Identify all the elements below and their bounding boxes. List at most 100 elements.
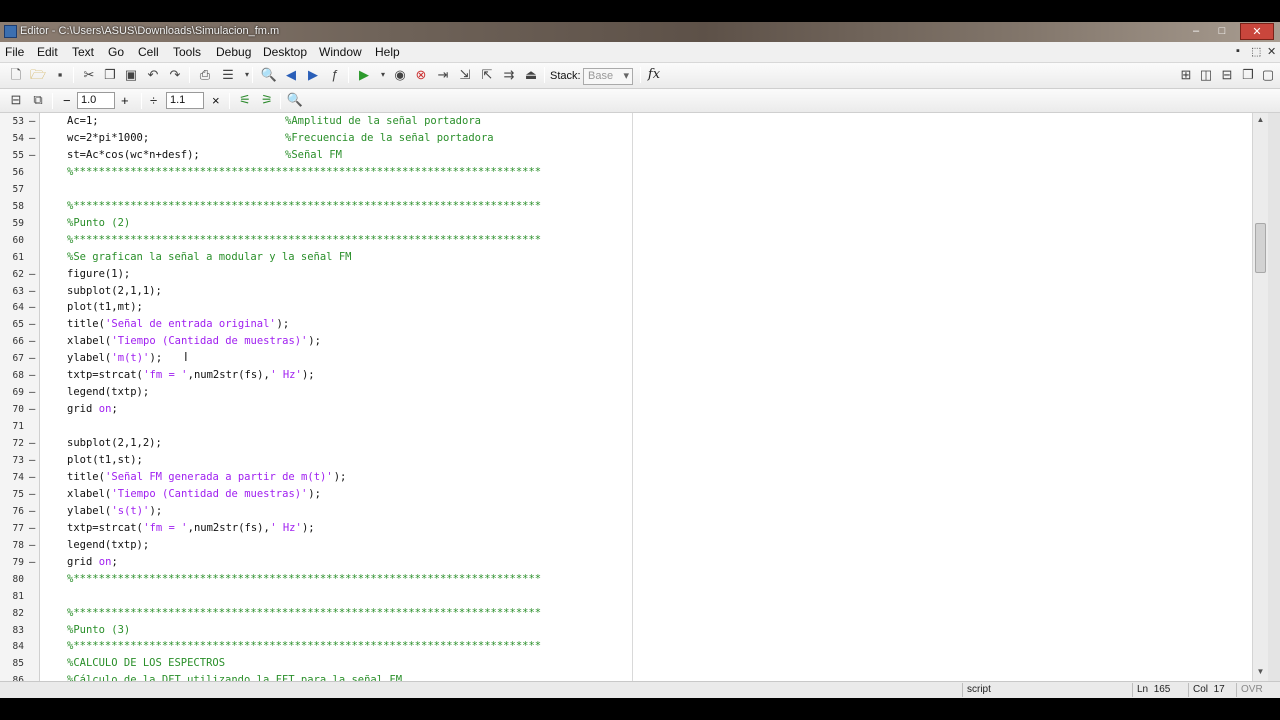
breakpoint-marker[interactable]: – — [29, 537, 35, 554]
code-line[interactable]: 63– subplot(2,1,1); — [0, 283, 1268, 300]
code-line[interactable]: 54– wc=2*pi*1000; %Frecuencia de la señal … — [0, 130, 1268, 147]
open-folder-icon[interactable]: 🗁 — [29, 66, 47, 84]
redo-icon[interactable]: ↷ — [166, 66, 184, 84]
code-line[interactable]: 67– ylabel('m(t)'); — [0, 350, 1268, 367]
code-line[interactable]: 66– xlabel('Tiempo (Cantidad de muestras)… — [0, 333, 1268, 350]
code-line[interactable]: 53– Ac=1; %Amplitud de la señal portadora — [0, 113, 1268, 130]
menu-edit[interactable]: Edit — [37, 45, 58, 59]
save-icon[interactable]: ▪ — [51, 66, 69, 84]
breakpoint-icon[interactable]: ◉ — [391, 66, 409, 84]
code-line[interactable]: 60 %*************************************… — [0, 232, 1268, 249]
eval-advance-icon[interactable]: ⚟ — [236, 91, 254, 109]
window-title-bar[interactable]: Editor - C:\Users\ASUS\Downloads\Simulac… — [0, 22, 1280, 42]
menu-go[interactable]: Go — [108, 45, 124, 59]
step-out-icon[interactable]: ⇱ — [478, 66, 496, 84]
code-line[interactable]: 58 %*************************************… — [0, 198, 1268, 215]
code-line[interactable]: 71 — [0, 418, 1268, 435]
menu-desktop[interactable]: Desktop — [263, 45, 307, 59]
go-forward-icon[interactable]: ▶ — [304, 66, 322, 84]
breakpoint-marker[interactable]: – — [29, 299, 35, 316]
split-vertical-icon[interactable]: ◫ — [1197, 66, 1215, 84]
code-line[interactable]: 68– txtp=strcat('fm = ' ,num2str(fs), ' Hz'… — [0, 367, 1268, 384]
code-line[interactable]: 86 %Cálculo de la DFT utilizando la FFT p… — [0, 672, 1268, 681]
maximize-doc-icon[interactable]: ▢ — [1259, 66, 1277, 84]
code-line[interactable]: 69– legend(txtp); — [0, 384, 1268, 401]
split-horizontal-icon[interactable]: ⊟ — [1218, 66, 1236, 84]
eval-advance-2-icon[interactable]: ⚞ — [258, 91, 276, 109]
menu-text[interactable]: Text — [72, 45, 94, 59]
divide-button[interactable]: ÷ — [150, 93, 157, 108]
breakpoint-marker[interactable]: – — [29, 554, 35, 571]
cut-icon[interactable]: ✂ — [80, 66, 98, 84]
tile-layout-icon[interactable]: ⊞ — [1177, 66, 1195, 84]
run-dropdown-icon[interactable]: ▾ — [374, 66, 392, 84]
breakpoint-marker[interactable]: – — [29, 333, 35, 350]
print-icon[interactable]: ⎙ — [196, 66, 214, 84]
breakpoint-marker[interactable]: – — [29, 469, 35, 486]
cell-mode-icon[interactable]: ⊟ — [7, 91, 25, 109]
code-line[interactable]: 59 %Punto (2) — [0, 215, 1268, 232]
menu-cell[interactable]: Cell — [138, 45, 159, 59]
breakpoint-marker[interactable]: – — [29, 350, 35, 367]
multiply-button[interactable]: × — [212, 93, 220, 108]
code-line[interactable]: 64– plot(t1,mt); — [0, 299, 1268, 316]
code-line[interactable]: 76– ylabel('s(t)'); — [0, 503, 1268, 520]
go-back-icon[interactable]: ◀ — [282, 66, 300, 84]
code-line[interactable]: 82 %*************************************… — [0, 605, 1268, 622]
code-line[interactable]: 72– subplot(2,1,2); — [0, 435, 1268, 452]
code-line[interactable]: 74– title('Señal FM generada a partir de … — [0, 469, 1268, 486]
step-in-icon[interactable]: ⇲ — [456, 66, 474, 84]
doc-close-icon[interactable]: ✕ — [1267, 45, 1276, 58]
menu-help[interactable]: Help — [375, 45, 400, 59]
float-icon[interactable]: ❐ — [1239, 66, 1257, 84]
code-line[interactable]: 77– txtp=strcat('fm = ' ,num2str(fs), ' Hz'… — [0, 520, 1268, 537]
close-button[interactable]: ✕ — [1240, 23, 1274, 40]
function-browser-icon[interactable]: ƒ — [326, 66, 344, 84]
breakpoint-marker[interactable]: – — [29, 367, 35, 384]
run-icon[interactable]: ▶ — [355, 66, 373, 84]
doc-restore-icon[interactable]: ⬚ — [1251, 45, 1261, 58]
code-line[interactable]: 65– title('Señal de entrada original'); — [0, 316, 1268, 333]
decrement-button[interactable]: − — [63, 93, 71, 108]
code-line[interactable]: 56 %*************************************… — [0, 164, 1268, 181]
undo-icon[interactable]: ↶ — [144, 66, 162, 84]
code-line[interactable]: 61 %Se grafican la señal a modular y la s… — [0, 249, 1268, 266]
breakpoint-marker[interactable]: – — [29, 266, 35, 283]
menu-debug[interactable]: Debug — [216, 45, 251, 59]
scroll-thumb[interactable] — [1255, 223, 1266, 273]
breakpoint-marker[interactable]: – — [29, 147, 35, 164]
cell-value-field-2[interactable]: 1.1 — [166, 92, 204, 109]
minimize-button[interactable]: – — [1184, 23, 1208, 40]
menu-file[interactable]: File — [5, 45, 24, 59]
new-file-icon[interactable]: 🗋 — [7, 66, 25, 84]
code-line[interactable]: 73– plot(t1,st); — [0, 452, 1268, 469]
code-line[interactable]: 78– legend(txtp); — [0, 537, 1268, 554]
find-icon[interactable]: 🔍 — [260, 66, 278, 84]
code-line[interactable]: 55– st=Ac*cos(wc*n+desf); %Señal FM — [0, 147, 1268, 164]
code-line[interactable]: 84 %*************************************… — [0, 638, 1268, 655]
maximize-button[interactable]: □ — [1210, 23, 1234, 40]
breakpoint-marker[interactable]: – — [29, 384, 35, 401]
clear-breakpoints-icon[interactable]: ⊗ — [412, 66, 430, 84]
step-icon[interactable]: ⇥ — [434, 66, 452, 84]
breakpoint-marker[interactable]: – — [29, 283, 35, 300]
breakpoint-marker[interactable]: – — [29, 435, 35, 452]
fx-icon[interactable]: fx — [645, 66, 663, 84]
code-line[interactable]: 85 %CALCULO DE LOS ESPECTROS — [0, 655, 1268, 672]
breakpoint-marker[interactable]: – — [29, 486, 35, 503]
code-line[interactable]: 80 %*************************************… — [0, 571, 1268, 588]
breakpoint-marker[interactable]: – — [29, 130, 35, 147]
code-line[interactable]: 62– figure(1); — [0, 266, 1268, 283]
cell-value-field-1[interactable]: 1.0 — [77, 92, 115, 109]
breakpoint-marker[interactable]: – — [29, 452, 35, 469]
breakpoint-marker[interactable]: – — [29, 113, 35, 130]
breakpoint-marker[interactable]: – — [29, 520, 35, 537]
breakpoint-marker[interactable]: – — [29, 401, 35, 418]
show-cell-titles-icon[interactable]: 🔍 — [286, 91, 304, 109]
format-icon[interactable]: ☰ — [219, 66, 237, 84]
stack-select[interactable]: Base ▾ — [583, 68, 633, 85]
vertical-scrollbar[interactable]: ▲ ▼ — [1252, 113, 1268, 681]
continue-icon[interactable]: ⇉ — [500, 66, 518, 84]
scroll-up-icon[interactable]: ▲ — [1253, 113, 1268, 127]
copy-icon[interactable]: ❐ — [101, 66, 119, 84]
